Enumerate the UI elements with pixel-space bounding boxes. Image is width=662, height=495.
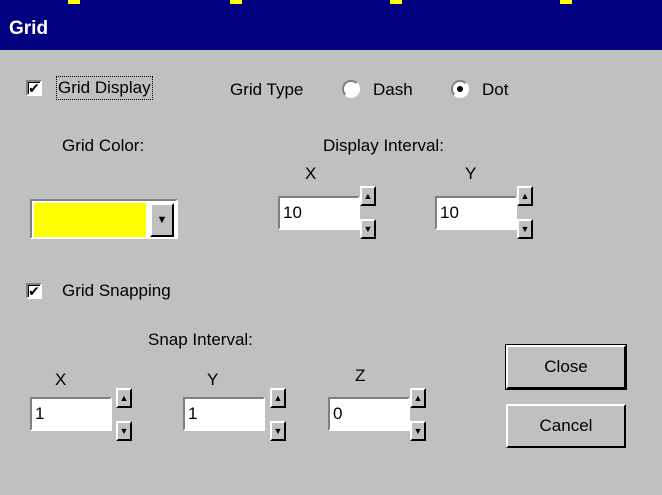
display-y-input[interactable]: 10 [435, 196, 517, 230]
snap-z-down-arrow-icon[interactable]: ▼ [410, 421, 426, 441]
display-x-label: X [305, 164, 317, 183]
grid-type-dash-radio[interactable] [342, 80, 360, 98]
grid-type-dot-label[interactable]: Dot [482, 80, 508, 100]
snap-y-up-arrow-icon[interactable]: ▲ [270, 388, 286, 408]
dropdown-arrow-icon[interactable]: ▼ [150, 203, 174, 237]
display-interval-label: Display Interval: [323, 136, 444, 155]
grid-color-dropdown[interactable]: ▼ [30, 199, 178, 239]
snap-z-up-arrow-icon[interactable]: ▲ [410, 388, 426, 408]
snap-y-label: Y [207, 370, 219, 389]
grid-color-label: Grid Color: [62, 136, 145, 155]
grid-display-label[interactable]: Grid Display [56, 76, 153, 100]
display-y-down-arrow-icon[interactable]: ▼ [517, 219, 533, 239]
snap-z-label: Z [355, 366, 366, 385]
top-strip [0, 0, 662, 8]
grid-snapping-checkbox[interactable]: ✔ [26, 283, 42, 299]
grid-display-checkbox[interactable]: ✔ [26, 80, 42, 96]
title-bar: Grid [0, 8, 662, 50]
grid-type-dash-label[interactable]: Dash [373, 80, 413, 100]
display-y-label: Y [465, 164, 477, 183]
snap-x-up-arrow-icon[interactable]: ▲ [116, 388, 132, 408]
snap-y-input[interactable]: 1 [183, 397, 265, 431]
grid-type-dot-radio[interactable] [451, 80, 469, 98]
display-y-up-arrow-icon[interactable]: ▲ [517, 186, 533, 206]
close-button[interactable]: Close [505, 344, 627, 390]
grid-snapping-label[interactable]: Grid Snapping [62, 281, 171, 301]
strip-marker [68, 0, 80, 4]
strip-marker [560, 0, 572, 4]
cancel-button[interactable]: Cancel [506, 404, 626, 448]
snap-x-input[interactable]: 1 [30, 397, 112, 431]
snap-x-down-arrow-icon[interactable]: ▼ [116, 421, 132, 441]
snap-z-input[interactable]: 0 [328, 397, 410, 431]
display-x-up-arrow-icon[interactable]: ▲ [360, 186, 376, 206]
display-x-down-arrow-icon[interactable]: ▼ [360, 219, 376, 239]
grid-type-label: Grid Type [230, 80, 304, 99]
strip-marker [390, 0, 402, 4]
radio-selected-dot [457, 86, 463, 92]
window-title: Grid [9, 18, 49, 39]
snap-x-label: X [55, 370, 67, 389]
display-x-input[interactable]: 10 [278, 196, 360, 230]
strip-marker [230, 0, 242, 4]
snap-y-down-arrow-icon[interactable]: ▼ [270, 421, 286, 441]
color-swatch [34, 203, 146, 237]
snap-interval-label: Snap Interval: [148, 330, 253, 349]
